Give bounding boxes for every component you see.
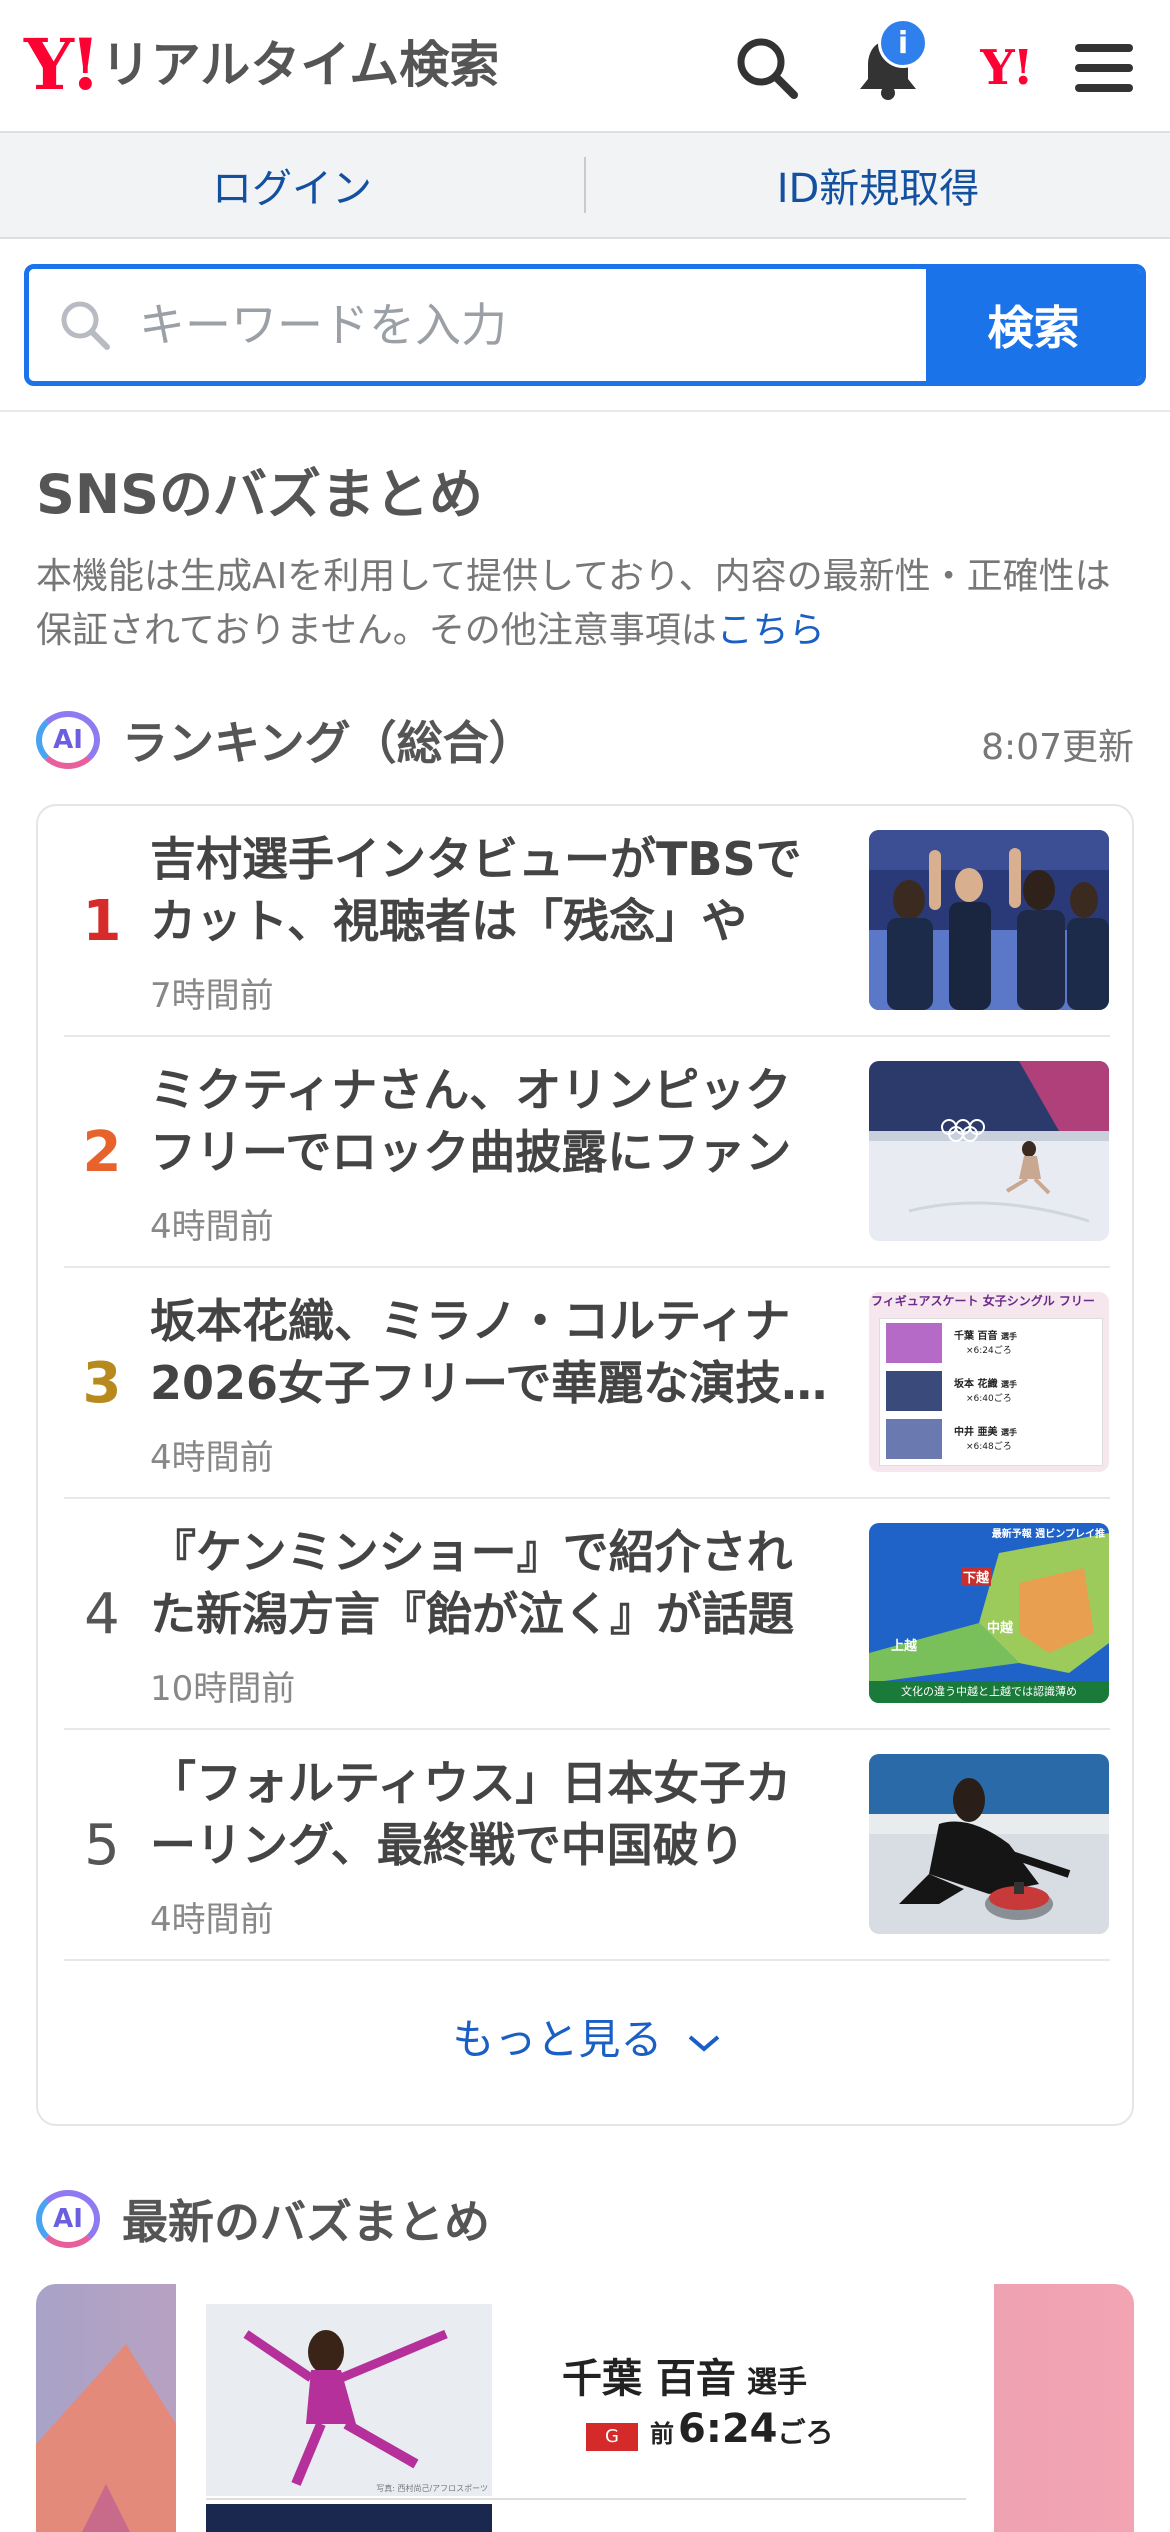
ai-disclaimer: 本機能は生成AIを利用して提供しており、内容の最新性・正確性は保証されておりませ… (36, 550, 1136, 658)
app-header: Y! リアルタイム検索 i Y! (0, 0, 1170, 133)
thumb-label-chuetsu: 中越 (987, 1621, 1014, 1636)
yahoo-mark: Y! (980, 40, 1033, 96)
buzz-panel: 写真: 西村尚己/アフロスポーツ 千葉 百音 選手 G 前 6:24 ごろ (176, 2284, 994, 2532)
thumb-label-joetsu: 上越 (891, 1639, 918, 1654)
rank-number: 4 (84, 1582, 120, 1647)
yahoo-home-icon[interactable]: Y! (966, 28, 1046, 108)
time-suffix: ごろ (777, 2416, 834, 2449)
ranking-headline[interactable]: 『ケンミンショー』で紹介された新潟方言『飴が泣く』が話題に… (150, 1521, 830, 1645)
athlete-name: 千葉 百音 (562, 2356, 736, 2402)
thumb-athlete-name: 千葉 百音 (954, 1331, 998, 1342)
login-bar: ログイン ID新規取得 (0, 133, 1170, 239)
ranking-item[interactable]: 4 『ケンミンショー』で紹介された新潟方言『飴が泣く』が話題に… 10時間前 最… (64, 1499, 1110, 1730)
thumb-athlete-time: ×6:24ごろ (966, 1346, 1012, 1356)
thumb-label-shimoetsu: 下越 (961, 1567, 992, 1586)
athlete-suffix: 選手 (747, 2365, 808, 2400)
chevron-down-icon (688, 2034, 719, 2052)
ranking-time: 4時間前 (150, 1900, 274, 1940)
ranking-thumbnail[interactable] (869, 1061, 1109, 1241)
thumb-athlete-suffix: 選手 (1000, 1332, 1017, 1341)
search-icon[interactable] (727, 28, 807, 108)
ranking-item[interactable]: 3 坂本花織、ミラノ・コルティナ2026女子フリーで華麗な演技… 4時間前 フィ… (64, 1268, 1110, 1499)
athlete-photo: 写真: 西村尚己/アフロスポーツ (206, 2304, 492, 2496)
ranking-item[interactable]: 5 「フォルティウス」日本女子カーリング、最終戦で中国破り「や… 4時間前 (64, 1730, 1110, 1961)
athlete-time-row: G 前 6:24 ごろ (586, 2406, 834, 2452)
ranking-thumbnail[interactable]: フィギュアスケート 女子シングル フリー 千葉 百音 選手 ×6:24ごろ 坂本… (869, 1292, 1109, 1472)
latest-buzz-card[interactable]: 写真: 西村尚己/アフロスポーツ 千葉 百音 選手 G 前 6:24 ごろ (36, 2284, 1134, 2532)
performance-time: 6:24 (678, 2406, 778, 2452)
ranking-time: 4時間前 (150, 1438, 274, 1478)
search-button[interactable]: 検索 (926, 269, 1141, 381)
update-time: 8:07更新 (981, 727, 1134, 768)
thumb-athlete-time: ×6:48ごろ (966, 1442, 1012, 1452)
ranking-thumbnail[interactable] (869, 1754, 1109, 1934)
latest-title: 最新のバズまとめ (122, 2195, 490, 2249)
time-prefix: 前 (650, 2420, 674, 2448)
notification-badge: i (878, 18, 928, 68)
menu-icon[interactable] (1064, 28, 1144, 108)
ai-disclaimer-text: 本機能は生成AIを利用して提供しており、内容の最新性・正確性は保証されておりませ… (36, 556, 1111, 651)
thumb-athlete-name: 中井 亜美 (954, 1427, 998, 1438)
thumb-athlete-suffix: 選手 (1000, 1428, 1017, 1437)
athlete-name-row: 千葉 百音 選手 (562, 2346, 862, 2404)
register-link[interactable]: ID新規取得 (586, 156, 1170, 214)
search-field (29, 269, 926, 381)
disclaimer-link[interactable]: こちら (717, 610, 825, 651)
ranking-item[interactable]: 1 吉村選手インタビューがTBSでカット、視聴者は「残念」や「酷… 7時間前 (64, 806, 1110, 1037)
logo-mark: Y! (24, 23, 101, 106)
section-divider (0, 410, 1170, 412)
more-link[interactable]: もっと見る (38, 2006, 1136, 2067)
rank-number: 1 (82, 889, 122, 954)
search-form: 検索 (24, 264, 1146, 386)
athlete-photo-2 (206, 2504, 492, 2532)
bell-icon[interactable]: i (848, 18, 928, 108)
thumb-caption-bottom: 文化の違う中越と上越では認識薄め (901, 1685, 1077, 1698)
login-link[interactable]: ログイン (0, 156, 584, 214)
thumb-heading: フィギュアスケート 女子シングル フリー (871, 1294, 1095, 1308)
more-label: もっと見る (452, 2015, 663, 2064)
ranking-card: 1 吉村選手インタビューがTBSでカット、視聴者は「残念」や「酷… 7時間前 2 (36, 804, 1134, 2126)
ranking-headline[interactable]: 吉村選手インタビューがTBSでカット、視聴者は「残念」や「酷… (150, 828, 830, 952)
rank-number: 2 (82, 1120, 122, 1185)
buzz-card-decoration (36, 2344, 176, 2532)
ranking-thumbnail[interactable] (869, 830, 1109, 1010)
rank-number: 5 (84, 1813, 120, 1878)
ai-icon: AI (36, 2190, 100, 2248)
thumb-athlete-name: 坂本 花織 (954, 1379, 998, 1390)
group-label: G (605, 2426, 619, 2447)
thumb-athlete-suffix: 選手 (1000, 1380, 1017, 1389)
ai-icon: AI (36, 711, 100, 769)
search-input[interactable] (139, 298, 899, 352)
ranking-headline[interactable]: ミクティナさん、オリンピックフリーでロック曲披露にファン歓… (150, 1059, 830, 1183)
search-field-icon (61, 301, 110, 350)
yahoo-realtime-logo[interactable]: Y! リアルタイム検索 (24, 30, 499, 100)
sns-buzz-title: SNSのバズまとめ (36, 463, 483, 526)
ranking-thumbnail[interactable]: 最新予報 週ビンプレイ推 下越 中越 上越 文化の違う中越と上越では認識薄め (869, 1523, 1109, 1703)
thumb-athlete-time: ×6:40ごろ (966, 1394, 1012, 1404)
rank-number: 3 (82, 1351, 122, 1416)
photo-credit: 写真: 西村尚己/アフロスポーツ (376, 2484, 488, 2493)
thumb-caption-top: 最新予報 週ビンプレイ推 (991, 1529, 1105, 1540)
ranking-time: 7時間前 (150, 976, 274, 1016)
ranking-time: 4時間前 (150, 1207, 274, 1247)
latest-header: AI 最新のバズまとめ (36, 2184, 490, 2254)
ranking-headline[interactable]: 坂本花織、ミラノ・コルティナ2026女子フリーで華麗な演技… (150, 1290, 830, 1414)
logo-text: リアルタイム検索 (100, 36, 500, 94)
ranking-header: AI ランキング（総合） (36, 705, 535, 775)
ranking-title: ランキング（総合） (122, 716, 535, 770)
group-flag: G (586, 2423, 638, 2451)
ranking-time: 10時間前 (150, 1669, 296, 1709)
ranking-headline[interactable]: 「フォルティウス」日本女子カーリング、最終戦で中国破り「や… (150, 1752, 830, 1876)
panel-divider (206, 2498, 966, 2500)
ranking-item[interactable]: 2 ミクティナさん、オリンピックフリーでロック曲披露にファン歓… 4時間前 (64, 1037, 1110, 1268)
